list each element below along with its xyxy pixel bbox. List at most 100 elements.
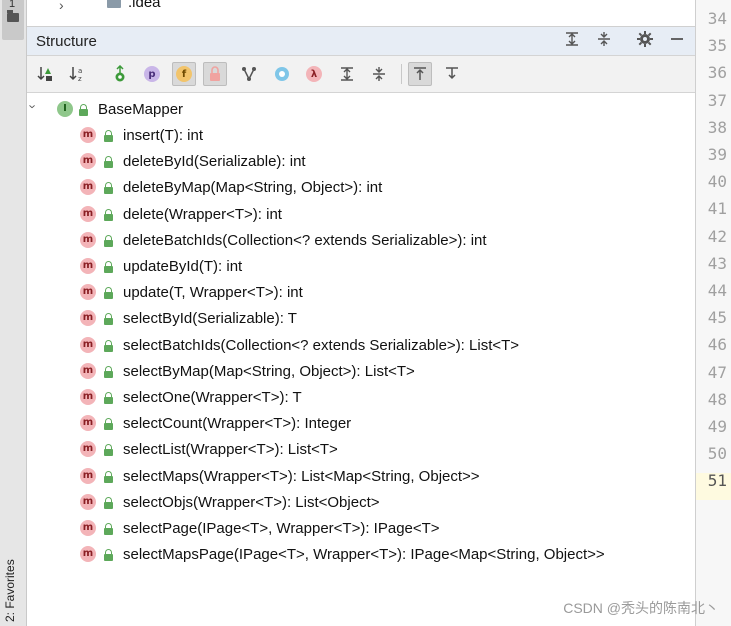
show-anonymous-icon[interactable] [270, 62, 294, 86]
autoscroll-to-source-icon[interactable] [408, 62, 432, 86]
method-label: deleteById(Serializable): int [123, 153, 306, 171]
method-icon: m [80, 467, 96, 484]
line-number: 47 [707, 362, 727, 382]
method-label: selectOne(Wrapper<T>): T [123, 389, 302, 406]
method-label: updateById(T): int [123, 258, 243, 275]
tree-root-node[interactable]: › I BaseMapper [26, 96, 627, 122]
line-number: 38 [707, 117, 727, 137]
collapse-all-icon[interactable] [594, 31, 614, 51]
method-label: deleteBatchIds(Collection<? extends Seri… [123, 231, 487, 249]
autoscroll-from-source-icon[interactable] [440, 62, 464, 86]
chevron-down-icon[interactable]: › [26, 104, 41, 108]
method-label: selectMapsPage(IPage<T>, Wrapper<T>): IP… [123, 546, 605, 564]
method-label: selectById(Serializable): T [123, 310, 297, 328]
method-item[interactable]: m selectPage(IPage<T>, Wrapper<T>): IPage… [27, 515, 667, 541]
method-item[interactable]: m deleteBatchIds(Collection<? extends Ser… [27, 227, 667, 253]
toolbar-separator [401, 64, 402, 84]
structure-toolbar: az p f λ [27, 56, 695, 93]
panel-title: Structure [36, 33, 97, 50]
public-lock-icon [104, 156, 113, 169]
line-number: 43 [707, 253, 727, 273]
method-icon: m [80, 362, 96, 379]
method-item[interactable]: m insert(T): int [27, 122, 667, 148]
public-lock-icon [79, 104, 88, 116]
line-number: 41 [707, 199, 727, 219]
public-lock-icon [104, 444, 113, 457]
expand-all-icon[interactable] [562, 31, 582, 51]
show-properties-icon[interactable]: p [140, 62, 164, 86]
svg-text:z: z [78, 75, 82, 83]
method-label: selectByMap(Map<String, Object>): List<T… [123, 362, 415, 380]
method-item[interactable]: m selectObjs(Wrapper<T>): List<Object> [27, 489, 667, 515]
method-item[interactable]: m selectMaps(Wrapper<T>): List<Map<String… [27, 463, 667, 489]
left-tool-strip: 1 2: Favorites [0, 0, 27, 626]
method-icon: m [80, 415, 96, 432]
method-item[interactable]: m selectCount(Wrapper<T>): Integer [27, 410, 667, 436]
public-lock-icon [104, 261, 113, 273]
line-number: 45 [707, 308, 727, 328]
show-inherited-icon[interactable] [108, 62, 132, 86]
public-lock-icon [104, 365, 113, 378]
structure-tree: › I BaseMapper m insert(T): int m deleteByI… [26, 93, 695, 626]
public-lock-icon [104, 208, 113, 221]
root-label: BaseMapper [98, 101, 184, 118]
collapse-all-icon[interactable] [367, 62, 391, 86]
show-fields-icon[interactable]: f [172, 62, 196, 86]
line-number: 48 [707, 389, 727, 409]
method-label: selectPage(IPage<T>, Wrapper<T>): IPage<… [123, 520, 440, 537]
method-label: selectMaps(Wrapper<T>): List<Map<String,… [123, 467, 480, 485]
line-number: 37 [707, 90, 727, 110]
line-number: 51 [707, 471, 727, 491]
public-lock-icon [104, 549, 113, 562]
method-item[interactable]: m updateById(T): int [27, 253, 667, 279]
method-label: insert(T): int [123, 127, 204, 144]
method-item[interactable]: m selectOne(Wrapper<T>): T [27, 384, 667, 410]
method-icon: m [80, 231, 96, 248]
public-lock-icon [104, 130, 113, 142]
line-number: 46 [707, 335, 727, 355]
method-icon: m [80, 258, 96, 274]
method-item[interactable]: m selectByMap(Map<String, Object>): List<… [27, 358, 667, 384]
folder-icon [107, 0, 121, 8]
method-icon: m [80, 389, 96, 405]
method-item[interactable]: m deleteById(Serializable): int [27, 148, 667, 174]
method-icon: m [80, 336, 96, 353]
method-icon: m [80, 493, 96, 510]
favorites-tool-tab[interactable]: 2: Favorites [3, 559, 17, 622]
project-tree-remnant: › .idea [27, 0, 695, 26]
method-label: selectList(Wrapper<T>): List<T> [123, 441, 338, 459]
public-lock-icon [104, 234, 113, 247]
project-tool-tab[interactable]: 1 [2, 0, 24, 40]
method-item[interactable]: m selectById(Serializable): T [27, 305, 667, 331]
method-icon: m [80, 441, 96, 458]
gear-icon[interactable] [635, 31, 655, 51]
method-item[interactable]: m selectList(Wrapper<T>): List<T> [27, 436, 667, 462]
group-icon[interactable] [237, 62, 261, 86]
watermark: CSDN @秃头的陈南北丶 [563, 600, 719, 616]
public-lock-icon [104, 418, 113, 431]
method-item[interactable]: m selectBatchIds(Collection<? extends Ser… [27, 332, 667, 358]
public-lock-icon [104, 523, 113, 535]
public-lock-icon [104, 470, 113, 483]
public-lock-icon [104, 339, 113, 352]
chevron-right-icon[interactable]: › [59, 0, 64, 13]
method-item[interactable]: m deleteByMap(Map<String, Object>): int [27, 174, 667, 200]
sort-by-visibility-icon[interactable] [34, 62, 58, 86]
folder-label[interactable]: .idea [128, 0, 161, 11]
sort-alphabetically-icon[interactable]: az [66, 62, 90, 86]
line-number: 35 [707, 36, 727, 56]
method-icon: m [80, 179, 96, 196]
minimize-icon[interactable] [667, 31, 687, 51]
method-item[interactable]: m update(T, Wrapper<T>): int [27, 279, 667, 305]
show-non-public-icon[interactable] [203, 62, 227, 86]
method-item[interactable]: m delete(Wrapper<T>): int [27, 201, 667, 227]
line-number: 42 [707, 226, 727, 246]
expand-all-icon[interactable] [335, 62, 359, 86]
public-lock-icon [104, 496, 113, 509]
public-lock-icon [104, 287, 113, 300]
method-label: selectBatchIds(Collection<? extends Seri… [123, 336, 520, 354]
method-label: deleteByMap(Map<String, Object>): int [123, 179, 383, 197]
method-icon: m [80, 520, 96, 536]
show-lambdas-icon[interactable]: λ [302, 62, 326, 86]
method-item[interactable]: m selectMapsPage(IPage<T>, Wrapper<T>): I… [27, 541, 667, 567]
